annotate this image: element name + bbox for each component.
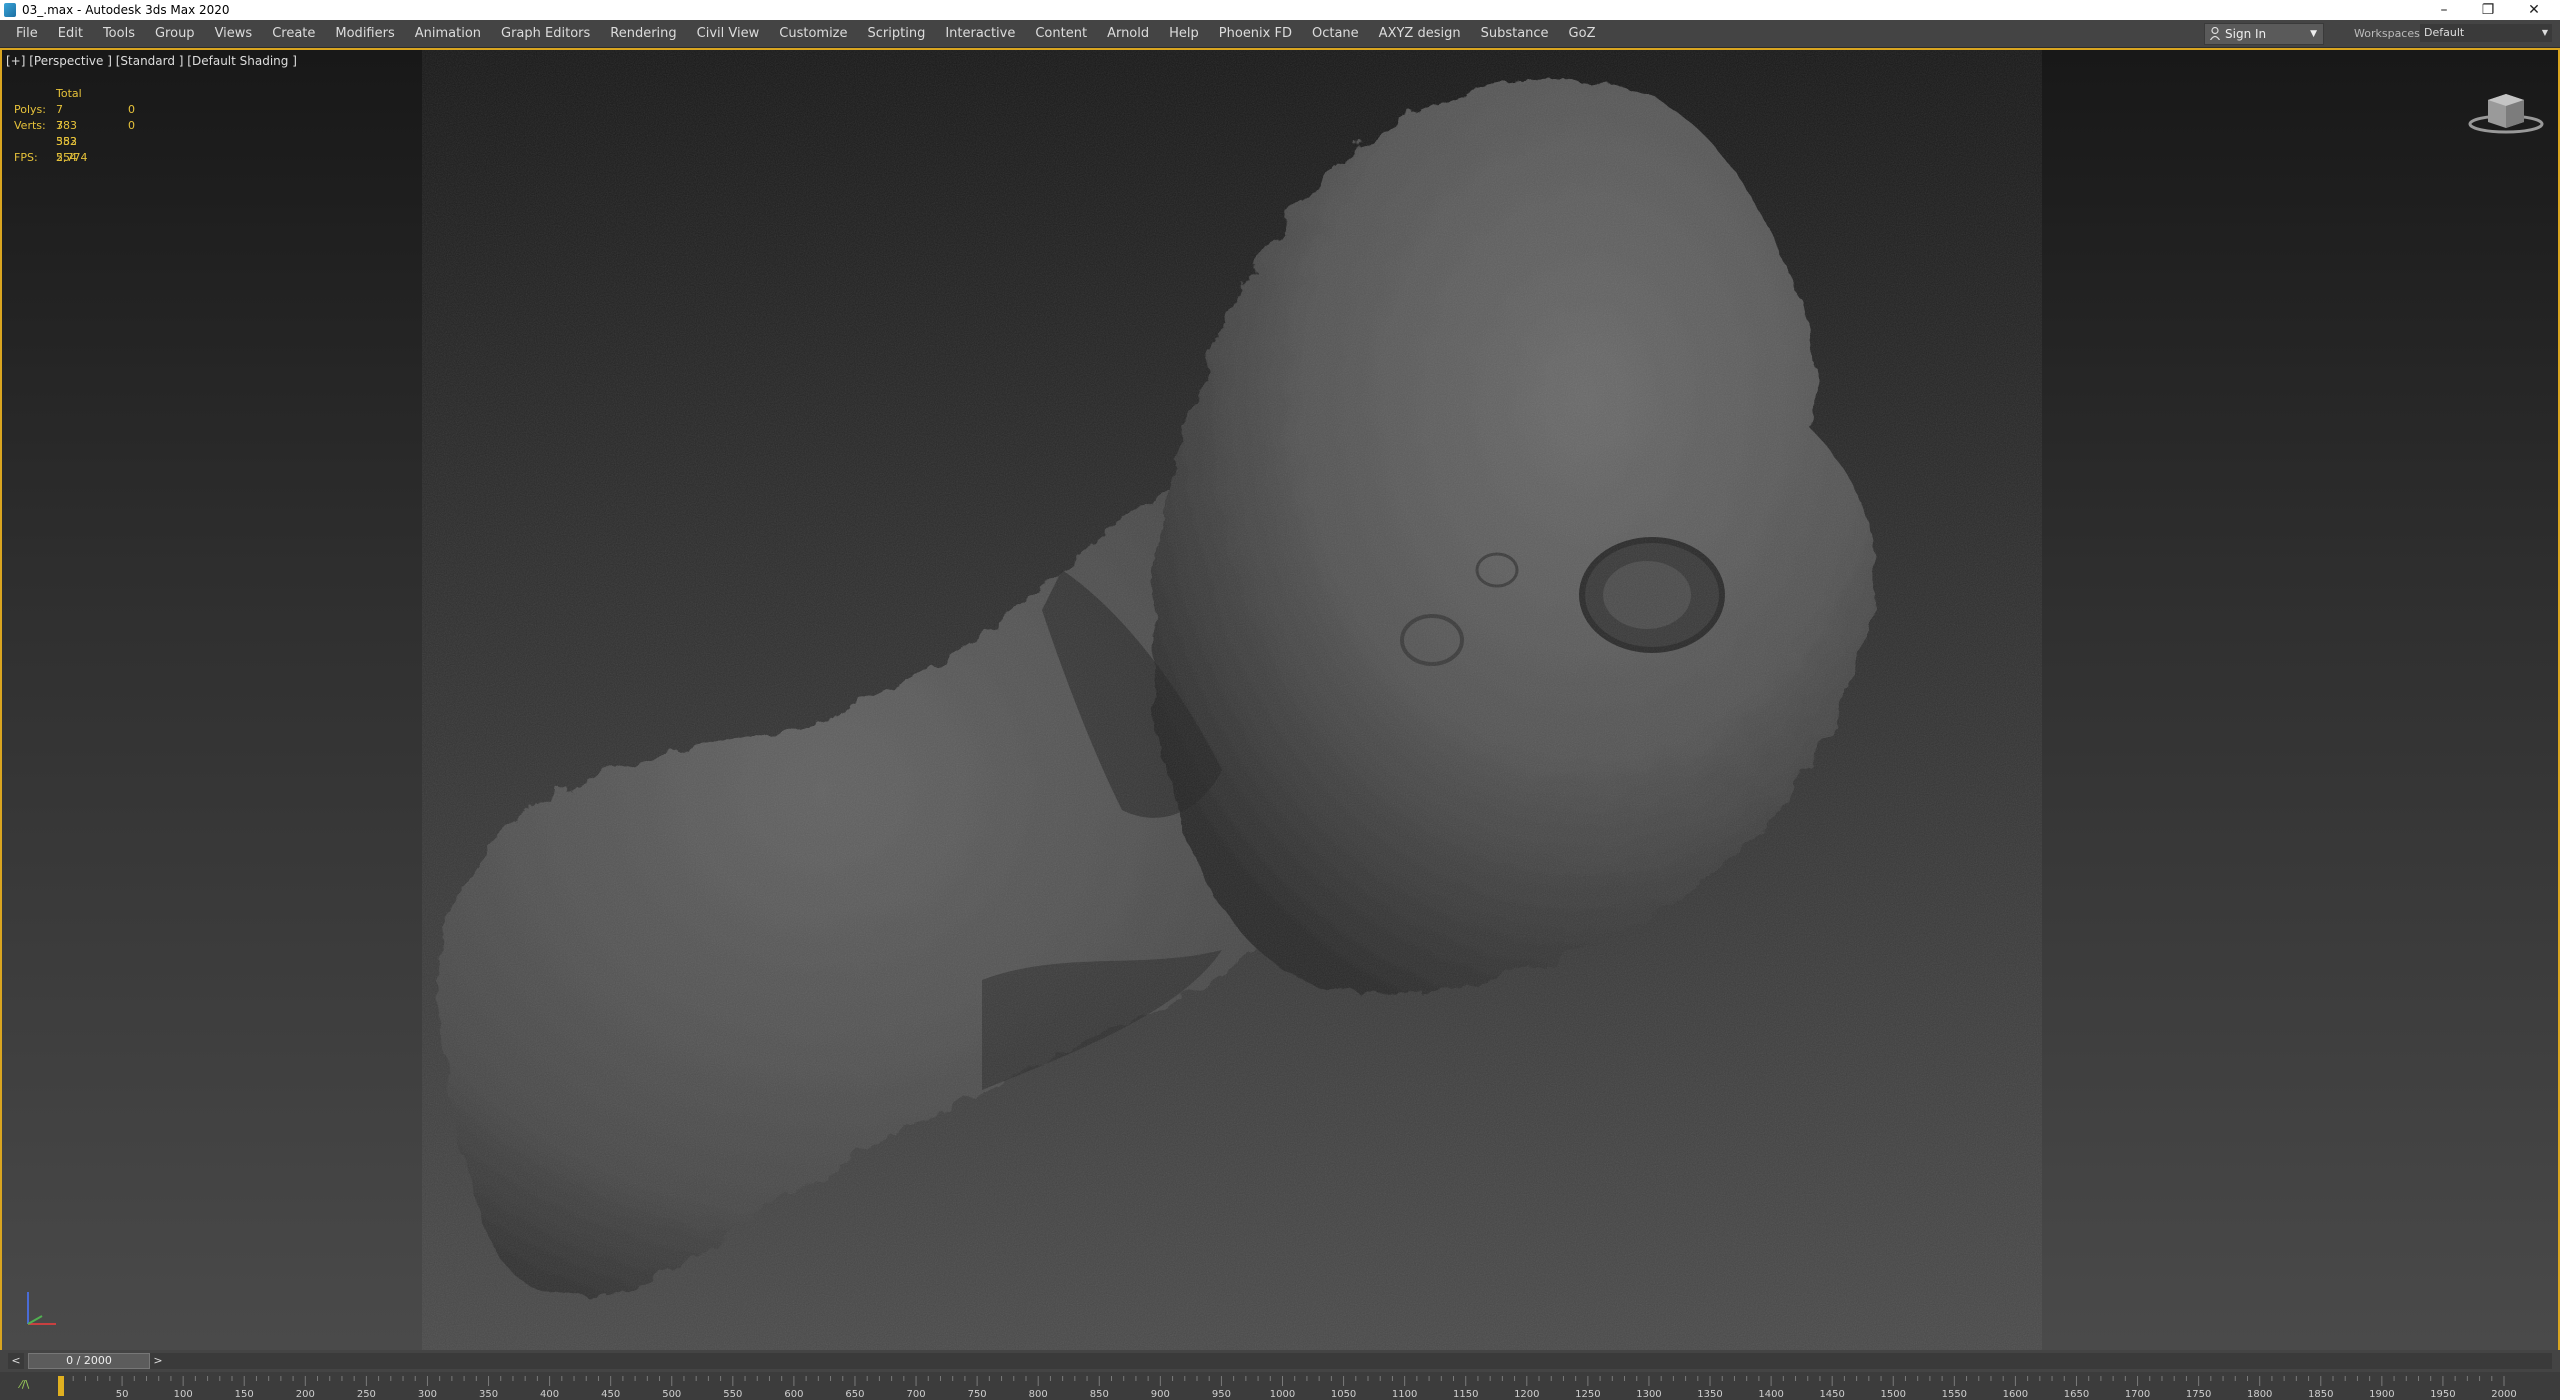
time-slider-thumb[interactable]: 0 / 2000 <box>28 1353 150 1369</box>
menu-item-help[interactable]: Help <box>1159 20 1209 47</box>
ruler-label: 1650 <box>2064 1389 2089 1400</box>
verts-label: Verts: <box>14 119 46 132</box>
prev-frame-button[interactable]: < <box>8 1353 24 1369</box>
menu-item-graph-editors[interactable]: Graph Editors <box>491 20 600 47</box>
ruler-label: 150 <box>235 1389 254 1400</box>
workspace-value: Default <box>2424 26 2465 39</box>
ruler-label: 1250 <box>1575 1389 1600 1400</box>
sign-in-label: Sign In <box>2225 27 2267 41</box>
window-title: 03_.max - Autodesk 3ds Max 2020 <box>22 3 230 17</box>
menu-item-civil-view[interactable]: Civil View <box>687 20 770 47</box>
close-button[interactable]: ✕ <box>2512 0 2556 20</box>
ruler-label: 800 <box>1029 1389 1048 1400</box>
menu-item-substance[interactable]: Substance <box>1471 20 1559 47</box>
ruler-label: 1550 <box>1942 1389 1967 1400</box>
restore-button[interactable]: ❐ <box>2466 0 2510 20</box>
viewcube-icon[interactable] <box>2466 86 2546 136</box>
fps-value: 2,774 <box>56 151 88 164</box>
ruler-label: 1200 <box>1514 1389 1539 1400</box>
ruler-label: 850 <box>1090 1389 1109 1400</box>
menu-item-views[interactable]: Views <box>205 20 263 47</box>
ruler-label: 1750 <box>2186 1389 2211 1400</box>
ruler-label: 100 <box>174 1389 193 1400</box>
ruler-label: 750 <box>968 1389 987 1400</box>
user-icon <box>2210 27 2220 40</box>
menu-item-create[interactable]: Create <box>262 20 325 47</box>
polys-selected: 0 <box>128 103 135 116</box>
ruler-label: 1350 <box>1697 1389 1722 1400</box>
chevron-down-icon: ▼ <box>2310 29 2317 39</box>
asteroid-mesh[interactable] <box>422 50 2042 1350</box>
ruler-label: 600 <box>784 1389 803 1400</box>
menu-bar: File Edit Tools Group Views Create Modifiers An… <box>0 20 2560 48</box>
ruler-label: 200 <box>296 1389 315 1400</box>
curve-editor-icon[interactable]: ⁄/\ <box>20 1378 29 1391</box>
ruler-label: 450 <box>601 1389 620 1400</box>
menu-item-rendering[interactable]: Rendering <box>600 20 686 47</box>
ruler-label: 300 <box>418 1389 437 1400</box>
track-bar[interactable]: 50 100 150 200 250 300 350 400 450 500 550 600 650 70… <box>0 1372 2560 1400</box>
ruler-label: 1950 <box>2430 1389 2455 1400</box>
sign-in-dropdown[interactable]: Sign In ▼ <box>2204 23 2324 45</box>
menu-item-modifiers[interactable]: Modifiers <box>325 20 404 47</box>
menu-item-phoenix-fd[interactable]: Phoenix FD <box>1209 20 1302 47</box>
ruler-label: 50 <box>116 1389 129 1400</box>
polys-label: Polys: <box>14 103 46 116</box>
ruler-label: 650 <box>845 1389 864 1400</box>
ruler-label: 1000 <box>1270 1389 1295 1400</box>
menu-item-animation[interactable]: Animation <box>405 20 491 47</box>
menu-item-customize[interactable]: Customize <box>769 20 857 47</box>
ruler-label: 2000 <box>2491 1389 2516 1400</box>
perspective-viewport[interactable]: [+] [Perspective ] [Standard ] [Default … <box>0 48 2560 1352</box>
ruler-label: 700 <box>907 1389 926 1400</box>
menu-item-tools[interactable]: Tools <box>93 20 145 47</box>
ruler-label: 1150 <box>1453 1389 1478 1400</box>
verts-selected: 0 <box>128 119 135 132</box>
axis-tripod-icon <box>27 1292 56 1325</box>
ruler-label: 950 <box>1212 1389 1231 1400</box>
menu-item-octane[interactable]: Octane <box>1302 20 1369 47</box>
time-slider-track[interactable]: 0 / 2000 <box>28 1353 2552 1369</box>
ruler-label: 1800 <box>2247 1389 2272 1400</box>
ruler-label: 1400 <box>1758 1389 1783 1400</box>
menu-item-interactive[interactable]: Interactive <box>935 20 1025 47</box>
menu-item-edit[interactable]: Edit <box>48 20 93 47</box>
menu-item-goz[interactable]: GoZ <box>1559 20 1606 47</box>
3dsmax-app-icon <box>4 3 16 17</box>
workspaces-label: Workspaces: <box>2354 27 2424 40</box>
ruler-label: 350 <box>479 1389 498 1400</box>
frame-ruler: 50 100 150 200 250 300 350 400 450 500 550 600 650 70… <box>60 1376 2517 1400</box>
ruler-label: 1050 <box>1331 1389 1356 1400</box>
ruler-label: 900 <box>1151 1389 1170 1400</box>
ruler-label: 400 <box>540 1389 559 1400</box>
menu-item-file[interactable]: File <box>6 20 48 47</box>
ruler-label: 1450 <box>1819 1389 1844 1400</box>
next-frame-button[interactable]: > <box>150 1353 166 1369</box>
menu-item-axyz-design[interactable]: AXYZ design <box>1369 20 1471 47</box>
menu-item-scripting[interactable]: Scripting <box>858 20 936 47</box>
ruler-label: 1600 <box>2003 1389 2028 1400</box>
ruler-label: 1850 <box>2308 1389 2333 1400</box>
chevron-down-icon: ▼ <box>2541 28 2548 37</box>
workspace-select[interactable]: Default ▼ <box>2420 24 2552 42</box>
stats-header: Total <box>56 87 82 100</box>
menu-item-content[interactable]: Content <box>1025 20 1097 47</box>
ruler-label: 1300 <box>1636 1389 1661 1400</box>
ruler-label: 1700 <box>2125 1389 2150 1400</box>
time-slider: < 0 / 2000 > <box>0 1350 2560 1372</box>
fps-label: FPS: <box>14 151 38 164</box>
ruler-label: 250 <box>357 1389 376 1400</box>
menu-item-arnold[interactable]: Arnold <box>1097 20 1159 47</box>
ruler-label: 1900 <box>2369 1389 2394 1400</box>
menu-items: File Edit Tools Group Views Create Modifiers An… <box>6 20 1605 47</box>
ruler-label: 1100 <box>1392 1389 1417 1400</box>
viewport-label[interactable]: [+] [Perspective ] [Standard ] [Default … <box>6 54 297 68</box>
ruler-label: 1500 <box>1881 1389 1906 1400</box>
title-bar: 03_.max - Autodesk 3ds Max 2020 – ❐ ✕ <box>0 0 2560 20</box>
playhead-marker[interactable] <box>58 1376 64 1396</box>
minimize-button[interactable]: – <box>2422 0 2466 20</box>
ruler-label: 550 <box>723 1389 742 1400</box>
ruler-label: 500 <box>662 1389 681 1400</box>
menu-item-group[interactable]: Group <box>145 20 205 47</box>
